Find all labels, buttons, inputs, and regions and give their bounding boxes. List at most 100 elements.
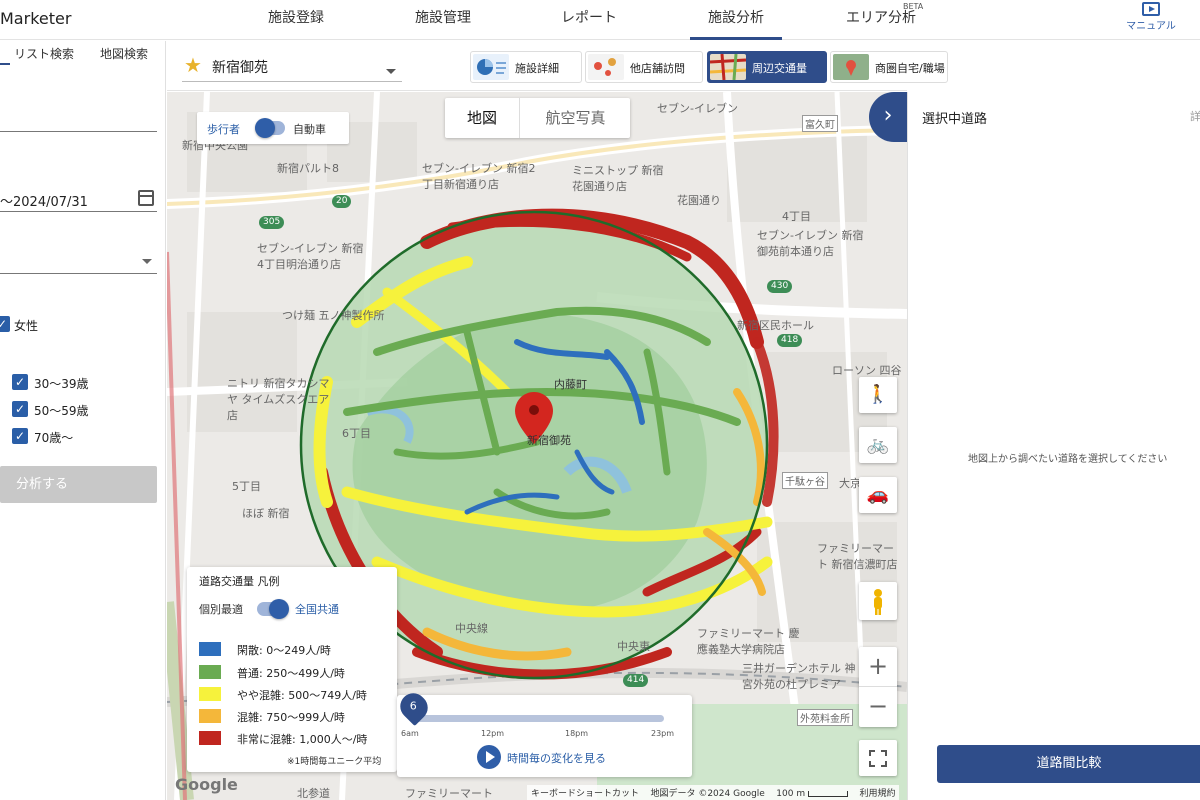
chevron-down-icon[interactable] [386,69,396,74]
scale-label[interactable]: 100 m [776,789,805,799]
play-label[interactable]: 時間毎の変化を見る [507,750,606,766]
tab-other-store-visit[interactable]: 他店舗訪問 [585,51,703,83]
tab-surrounding-traffic[interactable]: 周辺交通量 [707,51,827,83]
map-label: 北参道 [297,787,330,800]
chevron-down-icon[interactable] [142,259,152,264]
map-label: 中央東 [617,640,650,653]
map-label: ニトリ 新宿タカシマヤ タイムズスクエア店 [227,377,330,422]
star-icon[interactable]: ★ [184,53,202,77]
fullscreen-icon[interactable] [859,740,897,776]
analyze-button[interactable]: 分析する [0,466,157,503]
map-type-map[interactable]: 地図 [445,98,520,138]
legend-toggle-national[interactable]: 全国共通 [295,601,339,617]
car-icon[interactable]: 🚗 [859,477,897,513]
calendar-icon[interactable] [138,190,154,206]
tab-list-search[interactable]: リスト検索 [14,45,74,62]
legend-label: やや混雑: 500〜749人/時 [237,689,367,702]
tab-facility-detail[interactable]: 施設詳細 [470,51,582,83]
map-label: ファミリーマート 新宿信濃町店 [817,542,898,571]
mode-pedestrian-label[interactable]: 歩行者 [207,121,240,137]
beta-badge: BETA [903,2,924,11]
panel-title: 選択中道路 [922,112,988,127]
switch-knob[interactable] [255,118,275,138]
tab-label: 施設詳細 [515,62,559,75]
legend-toggle-individual[interactable]: 個別最適 [199,601,243,617]
tick-label: 18pm [565,729,589,738]
map-label: 4丁目 [782,210,811,223]
date-range-field[interactable]: 〜2024/07/31 [0,191,88,210]
map-label: 新宿区民ホール [737,319,814,332]
facility-name[interactable]: 新宿御苑 [212,57,268,77]
time-slider[interactable]: 6 [394,687,664,727]
route-shield: 418 [777,334,803,347]
map-footer: キーボードショートカット 地図データ ©2024 Google 100 m 利用… [527,785,900,800]
mode-switch[interactable] [255,118,285,138]
traffic-map-icon [709,53,747,81]
legend-swatch [199,687,221,701]
label-age-50: 50〜59歳 [34,404,89,418]
pegman-icon[interactable] [859,582,897,620]
traffic-legend: 道路交通量 凡例 個別最適 全国共通 閑散: 0〜249人/時 普通: 250〜… [187,567,397,772]
select-underline [0,273,157,274]
map-label: セブン-イレブン 新宿4丁目明治通り店 [257,242,364,271]
checkbox-age-30[interactable]: ✓ [12,374,28,390]
tick-label: 12pm [481,729,505,738]
checkbox-age-50[interactable]: ✓ [12,401,28,417]
map-label: 新宿御苑 [527,434,571,447]
nav-facility-register[interactable]: 施設登録 [236,0,356,40]
search-input-underline[interactable] [0,131,157,132]
checkbox-female[interactable]: ✓ [0,316,10,332]
map-type-control: 地図 航空写真 [445,98,630,138]
walking-icon[interactable]: 🚶 [859,377,897,413]
facility-bar: ★ 新宿御苑 施設詳細 他店舗訪問 周辺交通量 商圏自宅/職場 [167,41,948,91]
mode-car-label[interactable]: 自動車 [293,121,326,137]
legend-swatch [199,709,221,723]
google-logo: Google [175,775,238,794]
legend-switch[interactable] [257,599,289,619]
label-age-70: 70歳〜 [34,431,74,445]
traffic-map[interactable]: セブン-イレブン 新宿中央公園 新宿パルト8 セブン-イレブン 新宿2丁目新宿通… [167,92,907,800]
map-label: 外苑料金所 [797,709,853,726]
map-type-aerial[interactable]: 航空写真 [521,98,630,138]
map-label: ローソン 四谷 [832,364,902,377]
manual-label: マニュアル [1126,21,1176,32]
switch-knob[interactable] [269,599,289,619]
compare-roads-button[interactable]: 道路間比較 [937,745,1200,783]
brand-name: Marketer [0,9,72,28]
manual-link[interactable]: マニュアル [1122,2,1180,32]
legend-swatch [199,665,221,679]
map-label: 富久町 [802,115,838,132]
mode-toggle[interactable]: 歩行者 自動車 [197,112,349,144]
date-underline [0,211,157,212]
legend-label: 普通: 250〜499人/時 [237,667,345,680]
time-slider-panel: 6 6am 12pm 18pm 23pm 時間毎の変化を見る [394,687,692,777]
legend-label: 閑散: 0〜249人/時 [237,644,331,657]
legend-label: 非常に混雑: 1,000人〜/時 [237,733,368,746]
keyboard-shortcuts-link[interactable]: キーボードショートカット [531,789,639,799]
bicycle-icon[interactable]: 🚲 [859,427,897,463]
route-shield: 20 [332,195,352,208]
legend-title: 道路交通量 凡例 [199,575,280,588]
zoom-in-icon[interactable]: + [859,647,897,687]
legend-swatch [199,731,221,745]
play-icon[interactable] [477,745,501,769]
detail-link[interactable]: 詳 [1190,108,1200,124]
zoom-out-icon[interactable]: − [859,687,897,727]
checkbox-age-70[interactable]: ✓ [12,428,28,444]
route-shield: 414 [623,674,649,687]
nav-report[interactable]: レポート [529,0,649,40]
map-label: つけ麺 五ノ神製作所 [282,309,385,322]
current-hour: 6 [409,699,417,713]
nav-facility-analysis[interactable]: 施設分析 [690,0,782,40]
tab-trade-area[interactable]: 商圏自宅/職場 [830,51,948,83]
tab-map-search[interactable]: 地図検索 [100,45,148,62]
map-label: 中央線 [455,622,488,635]
nav-facility-manage[interactable]: 施設管理 [383,0,503,40]
legend-label: 混雑: 750〜999人/時 [237,711,345,724]
map-label: 内藤町 [554,378,587,391]
top-navigation: Marketer 施設登録 施設管理 レポート 施設分析 エリア分析 BETA … [0,0,1200,40]
pie-chart-icon [473,54,509,80]
terms-link[interactable]: 利用規約 [859,789,895,799]
selected-road-panel: 選択中道路 詳 地図上から調べたい道路を選択してください 道路間比較 [907,92,1200,800]
map-label: セブン-イレブン 新宿2丁目新宿通り店 [422,162,536,191]
